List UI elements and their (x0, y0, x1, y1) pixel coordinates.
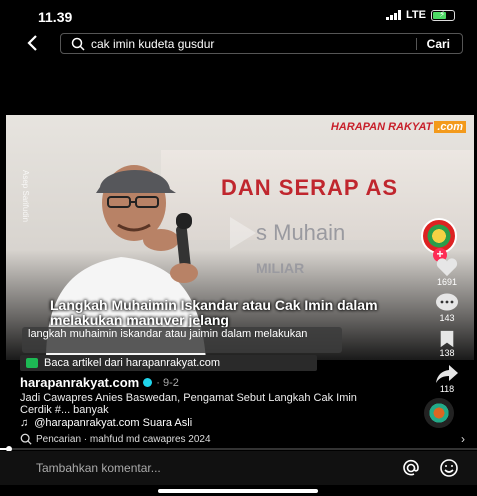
banner-text: MILIAR (256, 260, 305, 276)
home-indicator[interactable] (158, 489, 318, 493)
video-caption: Langkah Muhaimin Iskandar atau Cak Imin … (50, 297, 378, 328)
mention-icon[interactable] (401, 458, 421, 478)
article-icon (26, 358, 38, 368)
music-note-icon: ♫ (20, 417, 29, 429)
battery-icon: ⚡ (431, 9, 455, 21)
search-icon (71, 37, 85, 51)
play-icon (230, 217, 256, 249)
like-count: 1691 (436, 277, 458, 287)
back-button[interactable] (22, 32, 44, 54)
search-bar[interactable]: cak imin kudeta gusdur Cari (60, 33, 463, 54)
status-time: 11.39 (38, 9, 73, 25)
bookmark-button[interactable]: 138 (427, 330, 467, 358)
post-description[interactable]: Jadi Cawapres Anies Baswedan, Pengamat S… (20, 392, 390, 416)
share-count: 118 (439, 384, 455, 394)
verified-icon (143, 378, 153, 387)
divider (415, 37, 417, 50)
share-button[interactable]: 118 (427, 364, 467, 394)
comment-input[interactable]: Tambahkan komentar... (36, 461, 401, 475)
related-search-bar[interactable]: Pencarian · mahfud md cawapres 2024 › (0, 431, 477, 447)
network-label: LTE (406, 9, 426, 21)
like-button[interactable]: 1691 (427, 257, 467, 287)
comment-button[interactable]: 143 (427, 293, 467, 323)
emoji-icon[interactable] (439, 458, 459, 478)
save-count: 138 (439, 348, 455, 358)
watermark-logo: HARAPAN RAKYAT .com (331, 121, 466, 133)
share-icon (436, 365, 458, 383)
sound-label: @harapanrakyat.com Suara Asli (34, 417, 193, 429)
article-link-label: Baca artikel dari harapanrakyat.com (44, 357, 221, 369)
playback-progress[interactable] (0, 446, 477, 452)
banner-text: DAN SERAP AS (221, 175, 399, 200)
music-disc-icon[interactable] (424, 398, 454, 428)
search-input[interactable]: cak imin kudeta gusdur (91, 37, 416, 51)
search-submit-button[interactable]: Cari (427, 37, 450, 51)
sound-link[interactable]: ♫ @harapanrakyat.com Suara Asli (20, 417, 192, 429)
comment-bar: Tambahkan komentar... (0, 451, 477, 485)
post-date: · 9-2 (156, 376, 179, 389)
bookmark-icon (440, 330, 454, 348)
status-indicators: LTE ⚡ (386, 9, 455, 21)
article-link[interactable]: Baca artikel dari harapanrakyat.com (20, 355, 317, 371)
chevron-left-icon (27, 35, 37, 51)
related-search-label: Pencarian · mahfud md cawapres 2024 (36, 433, 211, 445)
signal-icon (386, 10, 402, 20)
heart-icon (436, 258, 458, 277)
banner-text: s Muhain (256, 220, 346, 245)
comment-count: 143 (439, 313, 455, 323)
auto-subtitle: langkah muhaimin iskandar atau jaimin da… (22, 327, 342, 353)
comment-icon (436, 293, 458, 311)
chevron-right-icon: › (461, 432, 465, 446)
author-row[interactable]: harapanrakyat.com · 9-2 (20, 375, 179, 390)
search-icon (20, 433, 32, 445)
author-name[interactable]: harapanrakyat.com (20, 375, 139, 390)
